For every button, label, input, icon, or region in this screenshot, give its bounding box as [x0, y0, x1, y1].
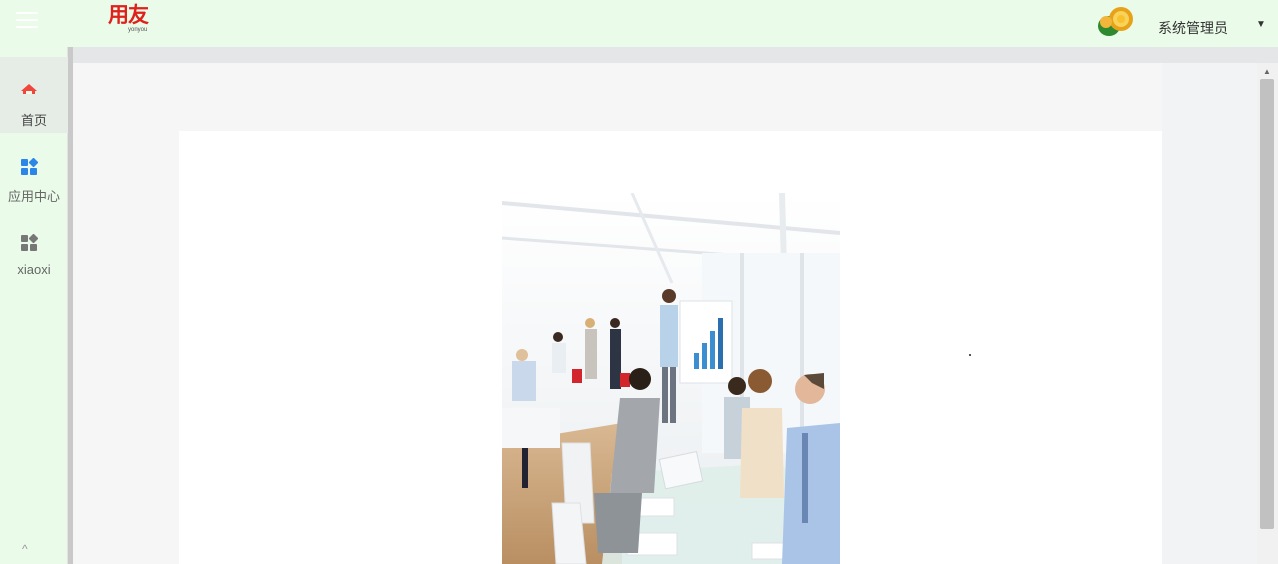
top-bar: 用友 yonyou 系统管理员 ▼ [0, 0, 1278, 47]
scroll-up-arrow-icon[interactable]: ▲ [1263, 67, 1271, 76]
sidebar-item-app-center[interactable]: 应用中心 [0, 133, 68, 209]
logo-subtext: yonyou [128, 27, 148, 33]
content-right-gutter [1162, 63, 1257, 564]
yonyou-logo[interactable]: 用友 yonyou [108, 3, 160, 37]
hamburger-icon[interactable] [16, 12, 38, 30]
scrollbar-thumb[interactable] [1260, 79, 1274, 529]
home-icon [21, 84, 37, 94]
apps-icon [21, 158, 38, 175]
sidebar-item-label: xiaoxi [17, 262, 51, 277]
sidebar-item-home[interactable]: 首页 [0, 57, 68, 133]
office-meeting-image [502, 193, 840, 564]
collapse-chevron-icon[interactable]: ^ [22, 542, 28, 556]
caret-down-icon[interactable]: ▼ [1256, 19, 1266, 30]
sidebar-item-label: 首页 [20, 113, 47, 128]
sidebar: 首页 应用中心 xiaoxi ^ [0, 47, 68, 564]
username[interactable]: 系统管理员 [1158, 18, 1228, 38]
logo-text: 用友 [108, 3, 149, 27]
sidebar-item-xiaoxi[interactable]: xiaoxi [0, 209, 68, 285]
grid-icon [21, 234, 38, 251]
avatar[interactable] [1097, 4, 1135, 38]
tab-strip [73, 47, 1278, 63]
vertical-scrollbar[interactable]: ▲ [1257, 63, 1278, 564]
stray-dot [969, 354, 971, 356]
sidebar-item-label: 应用中心 [7, 189, 60, 204]
